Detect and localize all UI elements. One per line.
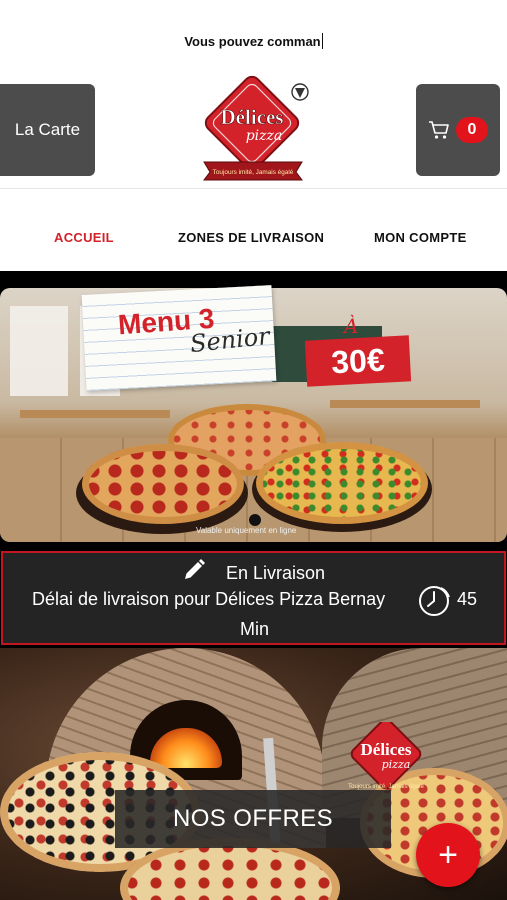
add-button[interactable]: + [416,823,480,887]
delivery-delay-value: 45 [457,589,478,609]
delivery-info-panel[interactable]: En Livraison Délai de livraison pour Dél… [1,551,506,645]
pizza-image [256,442,428,524]
pencil-icon[interactable] [182,558,206,582]
delivery-delay-unit: Min [240,619,270,639]
header-divider [0,188,507,189]
watermark-subbrand-text: pizza [382,758,411,771]
clock-icon [419,586,450,616]
logo-brand-text: Délices [221,105,284,129]
pizza-slice-icon [291,83,309,101]
watermark-brand-text: Délices [361,740,412,759]
plus-icon: + [438,835,458,874]
ticker-text: Vous pouvez comman [184,34,321,49]
cart-button[interactable]: 0 [416,84,500,176]
announcement-ticker: Vous pouvez comman [0,33,507,49]
banner-disclaimer: Valable uniquement en ligne [196,526,297,535]
carousel-indicator[interactable] [249,514,261,526]
tab-mon-compte[interactable]: MON COMPTE [374,230,467,245]
tab-accueil[interactable]: ACCUEIL [54,230,114,245]
pizza-image [82,444,244,524]
delivery-mode-label: En Livraison [225,563,326,583]
cart-count-badge: 0 [456,117,488,143]
offers-label: NOS OFFRES [172,805,333,832]
price-prefix: À [344,314,359,338]
tab-zones-de-livraison[interactable]: ZONES DE LIVRAISON [178,230,324,245]
logo-subbrand-text: pizza [246,128,283,144]
logo-tagline-text: Toujours imité, Jamais égalé [213,169,294,176]
price-value: 30€ [330,341,386,380]
delivery-delay-text: Délai de livraison pour Délices Pizza Be… [32,589,386,609]
menu-button[interactable]: La Carte [0,84,95,176]
offers-button[interactable]: NOS OFFRES [115,790,391,848]
banner-window [10,306,68,396]
menu-button-label: La Carte [14,120,81,139]
banner-desk [20,410,170,418]
brand-logo[interactable]: Délices pizza Toujours imité, Jamais éga… [182,74,324,186]
banner-desk [330,400,480,408]
text-caret [321,33,323,49]
price-tag: 30€ [304,335,412,387]
cart-icon [429,121,449,139]
delivery-mode-row: En Livraison [3,558,504,584]
main-nav: ACCUEIL ZONES DE LIVRAISON MON COMPTE [0,230,507,254]
